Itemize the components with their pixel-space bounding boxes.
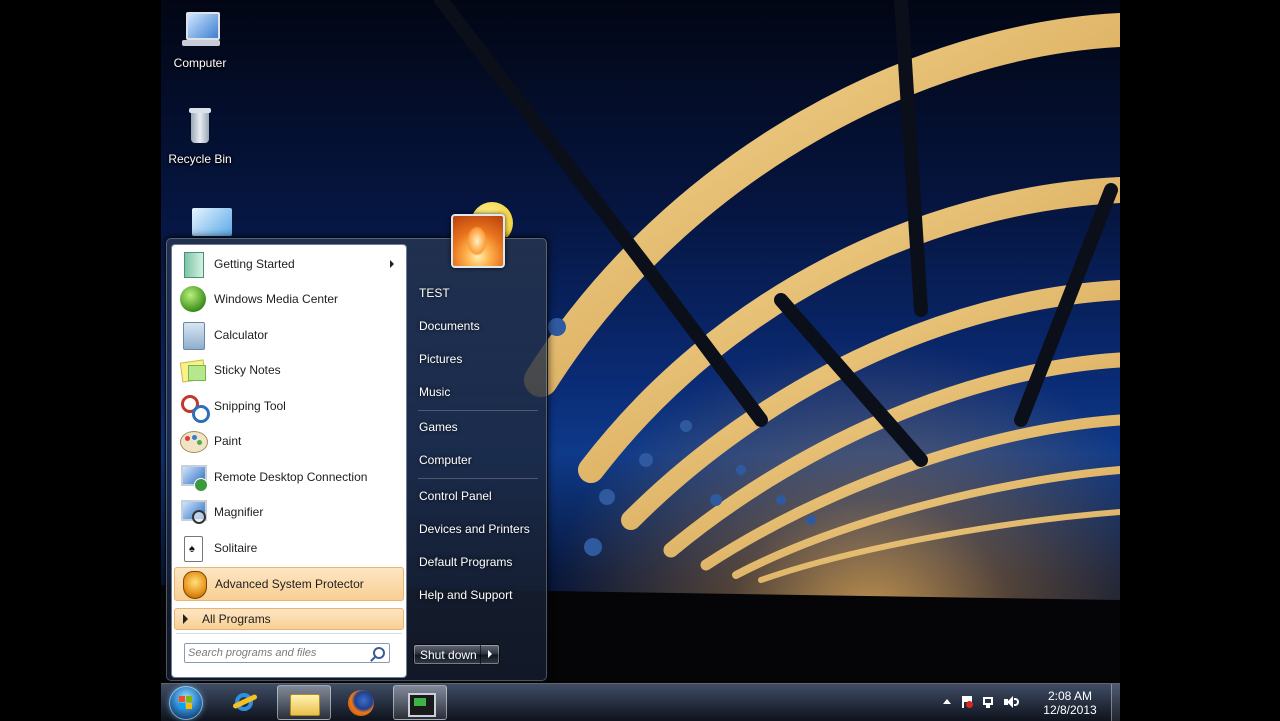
magnifier-icon [178,497,208,527]
start-button[interactable] [169,686,203,720]
link-games[interactable]: Games [414,413,542,441]
separator [418,410,538,411]
separator [418,478,538,479]
link-control-panel[interactable]: Control Panel [414,482,542,510]
desktop-icon-label: Recycle Bin [168,152,232,166]
program-solitaire[interactable]: ♠ Solitaire [174,531,404,565]
program-label: Calculator [214,328,269,342]
clock[interactable]: 2:08 AM 12/8/2013 [1040,689,1100,717]
getting-started-icon [178,249,208,279]
program-calculator[interactable]: Calculator [174,318,404,352]
program-remote-desktop[interactable]: Remote Desktop Connection [174,460,404,494]
solitaire-icon: ♠ [178,533,208,563]
shutdown-button[interactable]: Shut down [413,644,500,665]
program-label: Windows Media Center [214,292,339,306]
firefox-icon [348,690,374,716]
media-center-icon [178,284,208,314]
taskbar-internet-explorer[interactable] [219,685,273,720]
clock-date: 12/8/2013 [1043,703,1097,717]
system-tray: 2:08 AM 12/8/2013 [940,684,1110,721]
paint-icon [178,426,208,456]
link-computer[interactable]: Computer [414,446,542,474]
snipping-tool-icon [178,391,210,423]
program-advanced-system-protector[interactable]: Advanced System Protector [174,567,404,601]
search-input[interactable] [188,646,366,660]
desktop-icon-recycle-bin[interactable]: Recycle Bin [161,106,239,166]
submenu-arrow-icon [390,260,394,268]
clock-time: 2:08 AM [1047,689,1093,703]
link-pictures[interactable]: Pictures [414,345,542,373]
program-windows-media-center[interactable]: Windows Media Center [174,282,404,316]
program-getting-started[interactable]: Getting Started [174,247,404,281]
action-center-flag-icon[interactable] [960,695,974,709]
internet-explorer-icon [232,690,258,716]
program-label: Snipping Tool [214,399,286,413]
link-user-test[interactable]: TEST [414,279,542,307]
link-documents[interactable]: Documents [414,312,542,340]
network-icon[interactable] [982,695,996,709]
all-programs-label: All Programs [202,612,271,626]
taskbar-windows-explorer[interactable] [277,685,331,720]
windows-logo-icon [179,696,193,710]
taskbar: 2:08 AM 12/8/2013 [161,683,1120,721]
program-sticky-notes[interactable]: Sticky Notes [174,353,404,387]
volume-icon[interactable] [1004,695,1019,709]
show-hidden-icons-arrow-icon[interactable] [940,695,954,709]
taskbar-firefox[interactable] [335,685,389,720]
shutdown-label: Shut down [420,648,477,662]
program-label: Paint [214,434,242,448]
shutdown-options-arrow-icon[interactable] [480,645,499,664]
link-help-and-support[interactable]: Help and Support [414,581,542,609]
remote-desktop-icon [178,462,208,492]
all-programs-button[interactable]: All Programs [174,608,404,630]
recycle-bin-icon [178,106,222,148]
desktop-icon-computer[interactable]: Computer [161,10,239,70]
user-picture[interactable] [451,214,505,268]
show-desktop-button[interactable] [1111,684,1120,721]
calculator-icon [178,320,208,350]
pinned-programs-pane: Getting Started Windows Media Center Cal… [171,244,407,678]
all-programs-arrow-icon [183,614,188,624]
sticky-notes-icon [178,355,208,385]
search-box[interactable] [184,643,390,663]
program-label: Remote Desktop Connection [214,470,368,484]
windows-explorer-icon [290,694,320,716]
program-label: Sticky Notes [214,363,281,377]
program-label: Magnifier [214,505,264,519]
program-magnifier[interactable]: Magnifier [174,495,404,529]
search-icon[interactable] [373,647,385,659]
taskbar-command-window[interactable] [393,685,447,720]
link-music[interactable]: Music [414,378,542,406]
program-label: Getting Started [214,257,295,271]
program-snipping-tool[interactable]: Snipping Tool [174,389,404,423]
program-label: Advanced System Protector [215,577,364,591]
link-default-programs[interactable]: Default Programs [414,548,542,576]
link-devices-and-printers[interactable]: Devices and Printers [414,515,542,543]
start-menu: Getting Started Windows Media Center Cal… [165,214,548,682]
search-separator [176,633,402,634]
program-paint[interactable]: Paint [174,424,404,458]
desktop-icon-label: Computer [173,56,227,70]
program-label: Solitaire [214,541,258,555]
computer-icon [178,10,222,52]
shield-icon [179,569,209,599]
